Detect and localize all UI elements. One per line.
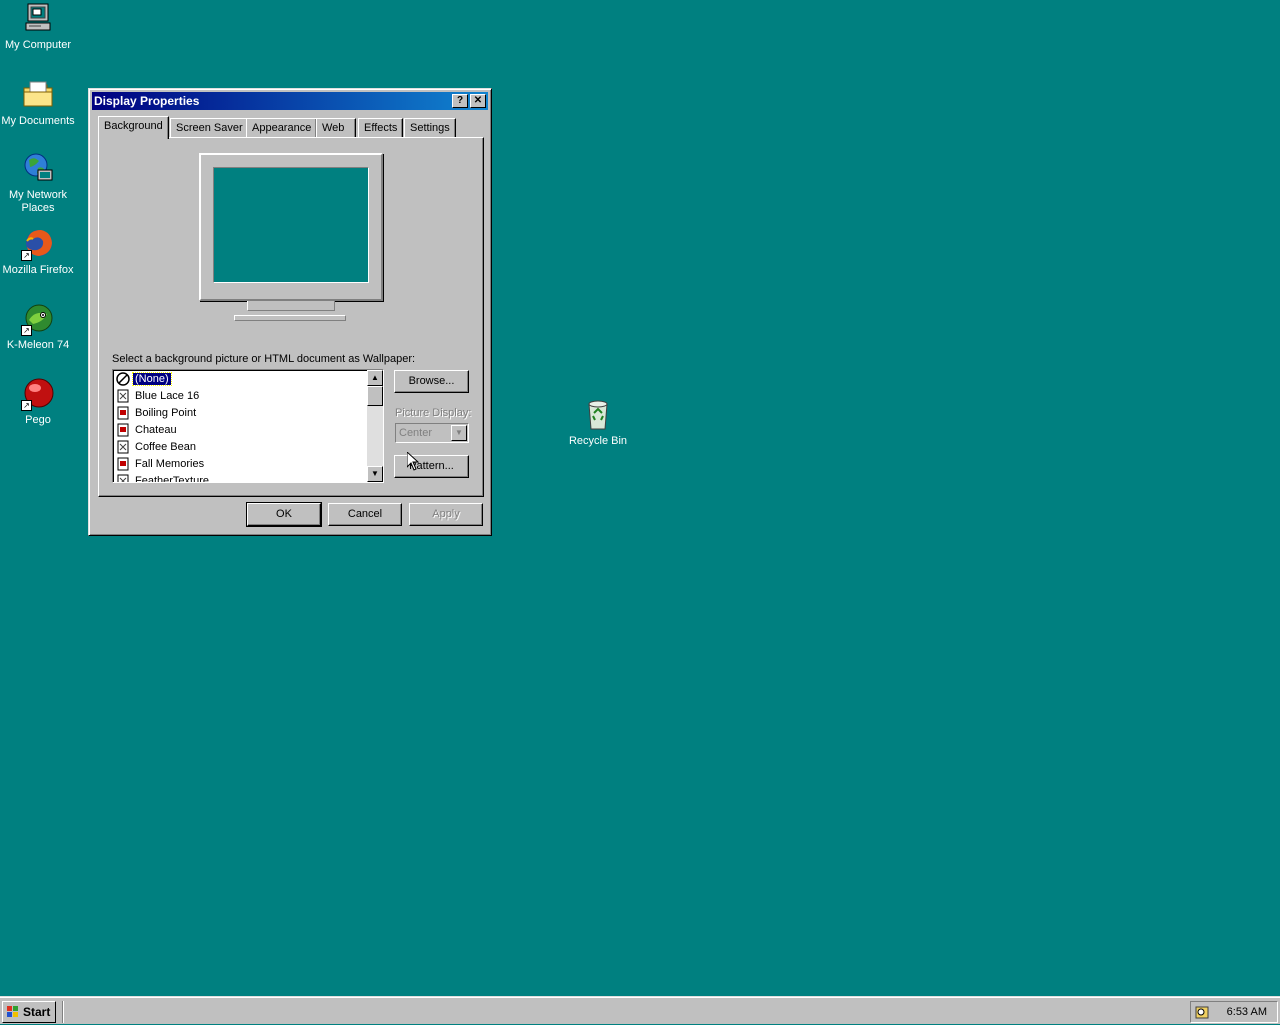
wallpaper-item-label: FeatherTexture bbox=[135, 475, 209, 483]
desktop-icon-label: My Network Places bbox=[8, 189, 68, 214]
ok-button[interactable]: OK bbox=[246, 502, 322, 527]
browse-button[interactable]: Browse... bbox=[394, 370, 469, 393]
k-meleon-icon: ↗ bbox=[21, 302, 55, 336]
desktop-icon-my-network-places[interactable]: My Network Places bbox=[0, 152, 76, 215]
my-computer-icon bbox=[21, 2, 55, 36]
bitmap-file-icon bbox=[116, 474, 130, 482]
desktop-icon-my-documents[interactable]: My Documents bbox=[0, 78, 76, 128]
close-button[interactable]: ✕ bbox=[470, 94, 486, 108]
list-item[interactable]: Boiling Point bbox=[116, 405, 198, 422]
window-titlebar[interactable]: Display Properties ? ✕ bbox=[92, 92, 488, 110]
shortcut-arrow-icon: ↗ bbox=[21, 250, 32, 261]
tab-screen-saver[interactable]: Screen Saver bbox=[170, 118, 249, 138]
tab-appearance[interactable]: Appearance bbox=[246, 118, 318, 138]
desktop-icon-label: Mozilla Firefox bbox=[2, 264, 74, 276]
wallpaper-list[interactable]: (None) Blue Lace 16 Boiling Point Chatea… bbox=[112, 369, 384, 483]
desktop-icon-label: My Computer bbox=[4, 39, 72, 51]
window-title: Display Properties bbox=[94, 94, 200, 108]
picture-display-value: Center bbox=[399, 427, 433, 439]
desktop-icon-label: K-Meleon 74 bbox=[6, 339, 70, 351]
cancel-button[interactable]: Cancel bbox=[328, 503, 402, 526]
recycle-bin-icon bbox=[581, 398, 615, 432]
windows-logo-icon bbox=[6, 1005, 20, 1019]
monitor-stand bbox=[247, 301, 335, 311]
wallpaper-item-none[interactable]: (None) bbox=[116, 371, 172, 388]
apply-button[interactable]: Apply bbox=[409, 503, 483, 526]
tab-settings[interactable]: Settings bbox=[404, 118, 456, 138]
tab-web[interactable]: Web bbox=[316, 118, 356, 138]
taskbar-clock[interactable]: 6:53 AM bbox=[1227, 1002, 1267, 1022]
monitor-preview bbox=[199, 153, 383, 301]
start-button[interactable]: Start bbox=[2, 1001, 56, 1023]
network-places-icon bbox=[21, 152, 55, 186]
wallpaper-item-label: Blue Lace 16 bbox=[135, 390, 200, 402]
desktop-icon-recycle-bin[interactable]: Recycle Bin bbox=[560, 398, 636, 448]
html-file-icon bbox=[116, 406, 130, 420]
desktop-icon-label: Recycle Bin bbox=[568, 435, 628, 447]
chevron-down-icon[interactable]: ▼ bbox=[451, 425, 467, 441]
display-properties-window[interactable]: Display Properties ? ✕ Background Screen… bbox=[88, 88, 492, 536]
wallpaper-item-label: (None) bbox=[132, 372, 172, 386]
wallpaper-item-label: Chateau bbox=[135, 424, 177, 436]
tab-effects[interactable]: Effects bbox=[358, 118, 404, 138]
scroll-down-arrow-icon[interactable]: ▼ bbox=[367, 466, 383, 482]
tab-background[interactable]: Background bbox=[98, 116, 169, 139]
desktop-icon-pego[interactable]: ↗ Pego bbox=[0, 377, 76, 427]
taskbar-divider bbox=[62, 1001, 64, 1023]
taskbar: Start 6:53 AM bbox=[0, 996, 1280, 1024]
mouse-cursor-icon bbox=[406, 450, 420, 474]
bitmap-file-icon bbox=[116, 389, 130, 403]
system-tray: 6:53 AM bbox=[1190, 1001, 1278, 1023]
desktop-icon-label: Pego bbox=[25, 414, 51, 426]
list-item[interactable]: Coffee Bean bbox=[116, 439, 198, 456]
scrollbar-thumb[interactable] bbox=[367, 386, 383, 406]
picture-display-select[interactable]: Center ▼ bbox=[395, 423, 469, 443]
help-button[interactable]: ? bbox=[452, 94, 468, 108]
scroll-up-arrow-icon[interactable]: ▲ bbox=[367, 370, 383, 386]
desktop-icon-my-computer[interactable]: My Computer bbox=[0, 2, 76, 52]
start-label: Start bbox=[23, 1005, 51, 1019]
pattern-button[interactable]: Pattern... bbox=[394, 455, 469, 478]
wallpaper-item-label: Coffee Bean bbox=[135, 441, 196, 453]
list-item[interactable]: FeatherTexture bbox=[116, 473, 211, 483]
list-item[interactable]: Fall Memories bbox=[116, 456, 206, 473]
html-file-icon bbox=[116, 423, 130, 437]
monitor-preview-screen bbox=[213, 167, 369, 283]
wallpaper-item-label: Boiling Point bbox=[135, 407, 197, 419]
pego-icon: ↗ bbox=[21, 377, 55, 411]
desktop-icon-k-meleon[interactable]: ↗ K-Meleon 74 bbox=[0, 302, 76, 352]
folder-icon bbox=[21, 78, 55, 112]
wallpaper-item-label: Fall Memories bbox=[135, 458, 205, 470]
list-item[interactable]: Chateau bbox=[116, 422, 179, 439]
picture-display-label: Picture Display: bbox=[395, 407, 472, 419]
desktop-icon-label: My Documents bbox=[1, 115, 75, 127]
wallpaper-list-scrollbar[interactable]: ▲ ▼ bbox=[367, 370, 383, 482]
shortcut-arrow-icon: ↗ bbox=[21, 325, 32, 336]
firefox-icon: ↗ bbox=[21, 227, 55, 261]
html-file-icon bbox=[116, 457, 130, 471]
list-item[interactable]: Blue Lace 16 bbox=[116, 388, 201, 405]
desktop-icon-mozilla-firefox[interactable]: ↗ Mozilla Firefox bbox=[0, 227, 76, 277]
none-icon bbox=[116, 372, 130, 386]
wallpaper-prompt: Select a background picture or HTML docu… bbox=[112, 353, 416, 365]
shortcut-arrow-icon: ↗ bbox=[21, 400, 32, 411]
bitmap-file-icon bbox=[116, 440, 130, 454]
scheduler-icon[interactable] bbox=[1195, 1005, 1209, 1019]
monitor-base bbox=[234, 315, 346, 321]
